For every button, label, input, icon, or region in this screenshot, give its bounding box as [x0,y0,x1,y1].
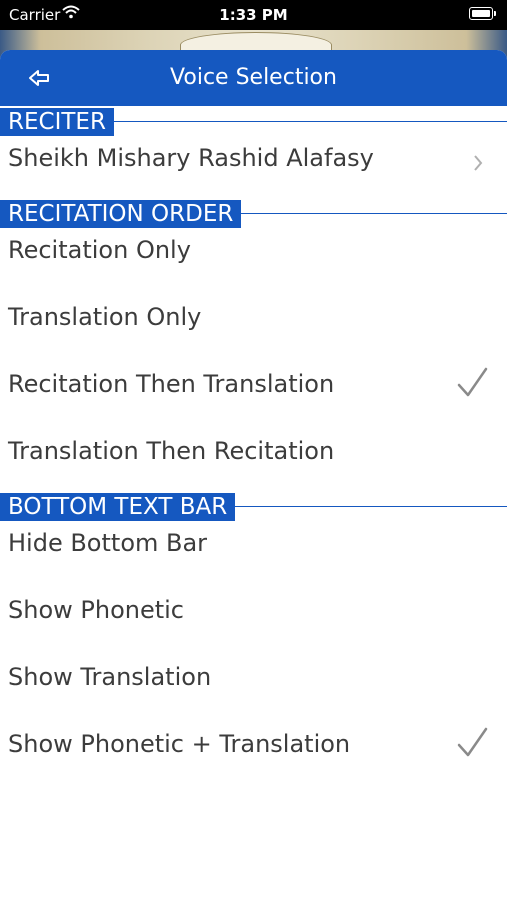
checkmark-icon [455,726,489,760]
option-show-translation[interactable]: Show Translation [0,663,507,703]
option-label: Translation Then Recitation [8,437,335,465]
section-title: BOTTOM TEXT BAR [0,493,236,521]
checkmark-icon [455,366,489,400]
battery-icon [469,7,496,20]
clock: 1:33 PM [219,6,288,24]
section-title: RECITATION ORDER [0,200,242,228]
section-header-bottom-text-bar: BOTTOM TEXT BAR [0,493,507,521]
option-label: Recitation Then Translation [8,370,335,398]
option-label: Translation Only [8,303,202,331]
page-title: Voice Selection [170,65,337,90]
voice-selection-sheet: Voice Selection RECITER Sheikh Mishary R… [0,50,507,900]
option-hide-bottom-bar[interactable]: Hide Bottom Bar [0,529,507,569]
option-label: Show Phonetic [8,596,185,624]
option-show-phonetic-translation[interactable]: Show Phonetic + Translation [0,727,507,770]
status-bar: Carrier 1:33 PM [0,0,507,30]
option-show-phonetic[interactable]: Show Phonetic [0,596,507,636]
navbar: Voice Selection [0,50,507,106]
section-title: RECITER [0,108,114,136]
reciter-name: Sheikh Mishary Rashid Alafasy [8,144,374,172]
option-recitation-then-translation[interactable]: Recitation Then Translation [0,367,507,410]
reciter-row[interactable]: Sheikh Mishary Rashid Alafasy [0,144,507,184]
option-translation-then-recitation[interactable]: Translation Then Recitation [0,437,507,477]
option-label: Recitation Only [8,236,191,264]
option-label: Show Phonetic + Translation [8,730,351,758]
option-label: Hide Bottom Bar [8,529,208,557]
option-translation-only[interactable]: Translation Only [0,303,507,343]
option-recitation-only[interactable]: Recitation Only [0,236,507,276]
section-header-reciter: RECITER [0,108,507,136]
section-header-recitation-order: RECITATION ORDER [0,200,507,228]
option-label: Show Translation [8,663,212,691]
chevron-right-icon [473,150,483,171]
